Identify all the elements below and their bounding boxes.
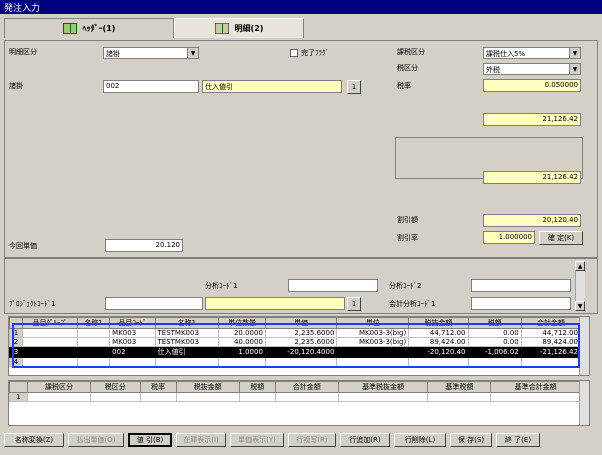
tab-header[interactable]: ﾍｯﾀﾞｰ(1) xyxy=(4,18,174,38)
bunseki-panel: 分析ｺｰﾄﾞ1 分析ｺｰﾄﾞ2 ﾌﾟﾛｼﾞｪｸﾄｺｰﾄﾞ1 1 会計分析ｺｰﾄﾞ… xyxy=(4,258,598,314)
kanryo-flag-label: 完了ﾌﾗｸﾞ xyxy=(301,49,329,57)
shokake-code-input[interactable]: 002 xyxy=(103,80,199,93)
table-cell xyxy=(89,392,141,402)
book-icon xyxy=(214,23,229,34)
table-cell xyxy=(427,392,492,402)
scroll-down-icon[interactable]: ▼ xyxy=(575,301,585,311)
kaikei-bunseki1-input[interactable] xyxy=(471,297,571,310)
action-button[interactable]: 単価表示(Y) xyxy=(230,433,284,447)
amount-field-1: 21,126.42 xyxy=(483,113,581,126)
selection-outline xyxy=(12,323,580,368)
chevron-down-icon[interactable]: ▼ xyxy=(569,64,580,74)
table-row[interactable]: 1 xyxy=(9,392,581,402)
konkai-tanka-input[interactable]: 20.120 xyxy=(105,239,183,252)
waribiki-ritsu-input[interactable]: 1.000000 xyxy=(483,231,535,244)
project1-name-input[interactable] xyxy=(205,297,345,310)
scroll-up-icon[interactable]: ▲ xyxy=(575,261,585,271)
kazei-kubun-label: 課税区分 xyxy=(397,48,425,56)
action-button[interactable]: 名称変換(Z) xyxy=(4,433,64,447)
tax-grid-scrollbar[interactable] xyxy=(579,381,589,425)
action-button[interactable]: 行複写(R) xyxy=(288,433,336,447)
zeiritsu-field: 0.050000 xyxy=(483,79,581,92)
zeiritsu-label: 税率 xyxy=(397,82,411,90)
zeikubun-select[interactable]: 外税 ▼ xyxy=(483,63,581,75)
lookup-button[interactable]: 1 xyxy=(347,80,361,94)
bunseki1-label: 分析ｺｰﾄﾞ1 xyxy=(205,282,238,290)
kakutei-button[interactable]: 確 定(K) xyxy=(539,231,583,245)
action-button[interactable]: 行追加(R) xyxy=(340,433,390,447)
project1-code-input[interactable] xyxy=(105,297,203,310)
waribiki-gaku-label: 割引額 xyxy=(397,216,418,224)
column-header[interactable]: 税率 xyxy=(139,381,177,393)
bunseki2-label: 分析ｺｰﾄﾞ2 xyxy=(389,282,422,290)
action-button[interactable]: 行削除(L) xyxy=(394,433,446,447)
amount-field-2: 21,126.42 xyxy=(483,171,581,184)
konkai-tanka-label: 今回単価 xyxy=(9,242,37,250)
shokake-label: 諸掛 xyxy=(9,82,23,90)
tab-detail[interactable]: 明細(2) xyxy=(174,18,304,38)
button-bar: 名称変換(Z) 払出単価(O) 値 引(B) 在庫表示(I) 単価表示(Y) 行複写(R)… xyxy=(4,432,598,450)
table-cell: 1 xyxy=(9,392,29,402)
table-cell xyxy=(490,392,581,402)
column-header[interactable]: 税額 xyxy=(238,381,276,393)
column-header[interactable]: 税区分 xyxy=(89,381,141,393)
lookup-button-2[interactable]: 1 xyxy=(347,297,361,311)
chevron-down-icon[interactable]: ▼ xyxy=(569,48,580,58)
project1-label: ﾌﾟﾛｼﾞｪｸﾄｺｰﾄﾞ1 xyxy=(9,300,56,308)
tab-bar: ﾍｯﾀﾞｰ(1) 明細(2) xyxy=(4,16,598,40)
column-header[interactable]: 基準合計金額 xyxy=(490,381,581,393)
action-button[interactable]: 在庫表示(I) xyxy=(176,433,226,447)
waribiki-gaku-field: 20,120.40 xyxy=(483,214,581,227)
meisai-kubun-label: 明細区分 xyxy=(9,48,37,56)
bunseki2-input[interactable] xyxy=(471,279,571,292)
meisai-kubun-select[interactable]: 諸掛 ▼ xyxy=(103,47,199,59)
table-cell xyxy=(238,392,276,402)
bunseki1-input[interactable] xyxy=(288,279,378,292)
zeikubun-label: 税区分 xyxy=(397,64,418,72)
kanryo-flag-checkbox[interactable] xyxy=(290,49,298,57)
window-title: 発注入力 xyxy=(0,0,602,14)
action-button[interactable]: 払出単価(O) xyxy=(68,433,124,447)
kaikei-bunseki1-label: 会計分析ｺｰﾄﾞ1 xyxy=(389,300,436,308)
action-button[interactable]: 保 存(S) xyxy=(450,433,492,447)
table-cell xyxy=(274,392,339,402)
table-cell xyxy=(27,392,91,402)
table-cell xyxy=(337,392,429,402)
detail-panel: 明細区分 諸掛 ▼ 完了ﾌﾗｸﾞ 課税区分 課税仕入5% ▼ 税区分 外税 ▼ 諸掛 … xyxy=(4,40,598,258)
table-cell xyxy=(175,392,240,402)
chevron-down-icon[interactable]: ▼ xyxy=(187,48,198,58)
tax-grid[interactable]: 課税区分 税区分 税率 税抜金額 税額 合計金額 基準税抜金額 基準税額 基準合計金額 1 xyxy=(8,380,590,426)
column-header[interactable]: 基準税抜金額 xyxy=(337,381,429,393)
action-button[interactable]: 終 了(E) xyxy=(496,433,540,447)
shokake-name-input[interactable]: 仕入値引 xyxy=(202,80,342,93)
column-header[interactable]: 税抜金額 xyxy=(175,381,240,393)
book-icon xyxy=(62,23,77,34)
column-header[interactable]: 合計金額 xyxy=(274,381,339,393)
waribiki-ritsu-label: 割引率 xyxy=(397,234,418,242)
kazei-kubun-select[interactable]: 課税仕入5% ▼ xyxy=(483,47,581,59)
tax-grid-table: 課税区分 税区分 税率 税抜金額 税額 合計金額 基準税抜金額 基準税額 基準合計金額 1 xyxy=(9,381,581,402)
table-cell xyxy=(139,392,177,402)
grid-scrollbar[interactable] xyxy=(579,317,589,375)
column-header[interactable]: 課税区分 xyxy=(27,381,91,393)
column-header[interactable]: 基準税額 xyxy=(427,381,492,393)
action-button[interactable]: 値 引(B) xyxy=(128,433,172,447)
column-header[interactable] xyxy=(9,381,29,393)
